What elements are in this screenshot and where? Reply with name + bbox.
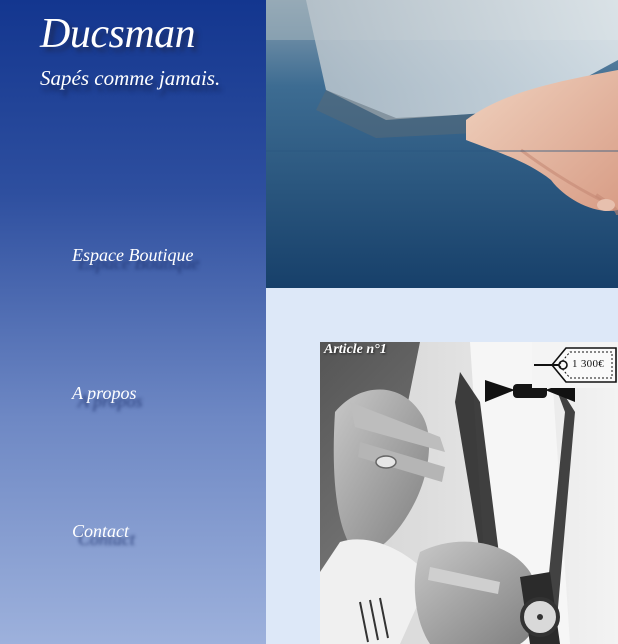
site-tagline: Sapés comme jamais. [40, 66, 221, 90]
nav-item-contact[interactable]: Contact [72, 521, 129, 542]
price-value: 1 300€ [572, 358, 605, 370]
sidebar: Ducsman Sapés comme jamais. Espace Bouti… [0, 0, 266, 644]
article-card[interactable]: Article n°1 1 300€ [320, 342, 618, 644]
nav-item-espace-boutique[interactable]: Espace Boutique [72, 245, 193, 266]
article-title[interactable]: Article n°1 [324, 342, 387, 358]
price-tag: 1 300€ [532, 342, 618, 388]
hero-image [266, 0, 618, 288]
site-logo[interactable]: Ducsman [40, 10, 196, 58]
nav-item-a-propos[interactable]: A propos [72, 383, 137, 404]
hero-tailor-photo [266, 0, 618, 288]
